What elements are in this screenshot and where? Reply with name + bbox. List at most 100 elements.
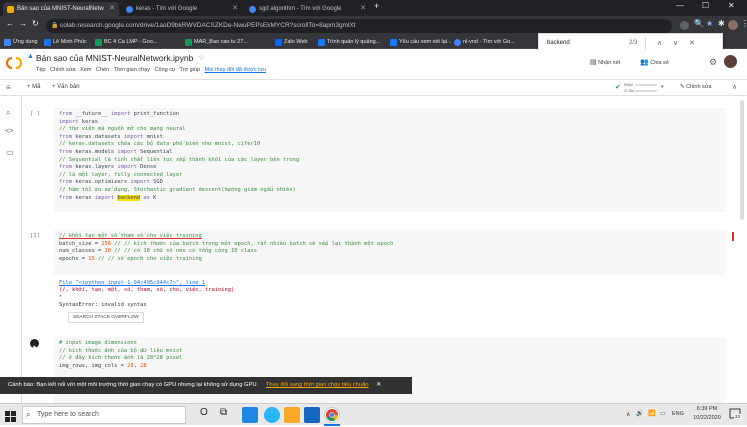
notification-count-badge: 23 (734, 414, 742, 419)
clock-date[interactable]: 10/22/2020 (690, 415, 724, 421)
menu-runtime[interactable]: Thời gian chạy (114, 67, 150, 73)
close-tab-icon[interactable]: ✕ (232, 2, 238, 16)
url-text: colab.research.google.com/drive/1aoD9bkR… (60, 22, 356, 29)
tab-keras[interactable]: keras - Tìm với Google ✕ (122, 2, 242, 16)
share-people-icon: 👥 (640, 59, 649, 66)
browser-tab-strip: Bản sao của MNIST-NeuralNetw ✕ keras - T… (0, 0, 747, 16)
settings-gear-icon[interactable]: ⚙ (709, 57, 717, 68)
tab-sgd[interactable]: sgd algorithm - Tìm với Google ✕ (245, 2, 370, 16)
change-runtime-link[interactable]: Thay đổi sang thời gian chạy tiêu chuẩn (266, 382, 369, 388)
traceback-file-link[interactable]: File "<ipython-input-1-94c495c944c7>", l… (59, 280, 205, 286)
ram-bar (635, 84, 657, 86)
menu-tools[interactable]: Công cụ (155, 67, 176, 73)
bookmark-item[interactable]: Lê Minh Phúc (44, 37, 87, 47)
close-window-icon[interactable]: ✕ (728, 1, 735, 10)
code-editor[interactable]: // khởi tạo một số tham số cho việc trai… (54, 230, 726, 275)
close-tab-icon[interactable]: ✕ (109, 2, 115, 16)
tab-colab[interactable]: Bản sao của MNIST-NeuralNetw ✕ (3, 2, 119, 16)
new-tab-button[interactable]: + (374, 1, 379, 11)
bookmark-apps[interactable]: Ứng dụng (4, 37, 38, 47)
find-input[interactable]: backend (547, 40, 570, 46)
menu-file[interactable]: Tệp (36, 67, 45, 73)
forward-arrow-icon[interactable]: → (19, 19, 27, 28)
menu-view[interactable]: Xem (80, 67, 91, 73)
zoom-icon[interactable]: 🔍 (694, 19, 704, 28)
menu-help[interactable]: Trợ giúp (180, 67, 201, 73)
input-language[interactable]: ENG (672, 411, 684, 417)
resources-indicator[interactable]: ✔ RAM Ổ đĩa ▾ (615, 82, 670, 94)
collapse-chevron-icon[interactable]: ∧ (732, 83, 737, 91)
windows-start-icon[interactable] (5, 409, 16, 422)
close-tab-icon[interactable]: ✕ (360, 2, 366, 16)
run-cell-play-icon[interactable] (30, 339, 39, 350)
colab-logo-icon[interactable] (5, 56, 23, 70)
star-icon[interactable]: ☆ (198, 53, 205, 62)
taskbar-mail-icon[interactable] (242, 407, 258, 423)
bookmark-star-icon[interactable]: ★ (706, 19, 713, 28)
bookmark-item[interactable]: BC 4 Ca LMP - Goo... (95, 37, 157, 47)
edit-mode-button[interactable]: ✎ Chỉnh sửa (680, 84, 712, 90)
active-app-indicator (324, 424, 340, 426)
extensions-puzzle-icon[interactable]: ✱ (718, 19, 725, 28)
drive-icon: ▲ (27, 53, 34, 60)
close-snackbar-icon[interactable]: ✕ (376, 382, 381, 388)
error-marker (732, 232, 734, 241)
find-next-icon[interactable]: ∨ (673, 39, 678, 47)
minimize-window-icon[interactable]: — (676, 1, 684, 10)
extension-icon[interactable] (680, 21, 689, 30)
address-bar[interactable]: 🔒 colab.research.google.com/drive/1aoD9b… (46, 19, 672, 33)
add-code-button[interactable]: + Mã (27, 84, 41, 90)
taskbar-explorer-icon[interactable] (284, 407, 300, 423)
divider (645, 37, 646, 50)
network-icon[interactable]: 📶 (648, 410, 655, 417)
battery-icon[interactable]: ▭ (660, 410, 666, 417)
menu-edit[interactable]: Chỉnh sửa (50, 67, 75, 73)
cortana-circle-icon[interactable]: O (200, 407, 208, 418)
tray-chevron-icon[interactable]: ∧ (626, 411, 630, 418)
find-close-icon[interactable]: ✕ (689, 39, 695, 47)
bookmark-item[interactable]: MAR_Bao cao tu 27... (185, 37, 248, 47)
menu-insert[interactable]: Chèn (96, 67, 109, 73)
folder-icon[interactable]: ▭ (6, 148, 14, 157)
taskbar-store-icon[interactable] (304, 407, 320, 423)
notebook-title[interactable]: Bản sao của MNIST-NeuralNetwork.ipynb (36, 53, 193, 63)
search-icon[interactable]: ⌕ (6, 108, 10, 118)
bookmark-item[interactable]: nl-vnd - Tìm với Go... (454, 37, 515, 47)
find-match-count: 2/3 (629, 40, 638, 46)
search-stack-overflow-button[interactable]: SEARCH STACK OVERFLOW (68, 312, 144, 323)
ram-label: RAM (624, 82, 633, 87)
colab-header: ▲ Bản sao của MNIST-NeuralNetwork.ipynb … (0, 50, 747, 80)
taskbar-edge-icon[interactable] (264, 407, 280, 423)
maximize-window-icon[interactable]: ☐ (702, 1, 709, 10)
reload-icon[interactable]: ↻ (32, 19, 39, 28)
find-previous-icon[interactable]: ∧ (657, 39, 662, 47)
save-status-link[interactable]: Mọi thay đổi đã được lưu (205, 67, 266, 73)
lock-icon: 🔒 (51, 23, 59, 29)
notification-center-icon[interactable]: 23 (729, 408, 742, 421)
share-button[interactable]: 👥 Chia sẻ (640, 58, 669, 66)
profile-avatar[interactable] (728, 20, 738, 30)
add-text-button[interactable]: + Văn bản (52, 84, 80, 90)
user-avatar[interactable] (724, 55, 737, 68)
code-editor[interactable]: from __future__ import print_function im… (54, 108, 726, 212)
notebook-scrollbar[interactable] (740, 100, 744, 220)
notebook-area: [ ] from __future__ import print_functio… (22, 96, 747, 403)
disk-label: Ổ đĩa (624, 88, 634, 93)
task-view-icon[interactable]: ⧉ (220, 407, 227, 418)
more-menu-icon[interactable]: ⋮ (741, 19, 747, 28)
toc-menu-icon[interactable]: ≡ (6, 83, 11, 92)
code-cell-params[interactable]: [1] // khởi tạo một số tham số cho việc … (28, 230, 736, 275)
bookmark-item[interactable]: Yêu cầu xem xét lại... (390, 37, 452, 47)
taskbar-search-input[interactable]: ⌕ Type here to search (22, 406, 186, 424)
code-icon[interactable]: <> (5, 128, 13, 135)
code-cell-imports[interactable]: [ ] from __future__ import print_functio… (28, 108, 736, 212)
taskbar-chrome-icon[interactable] (324, 407, 340, 423)
back-arrow-icon[interactable]: ← (6, 19, 14, 28)
bookmark-item[interactable]: Zalo Web (275, 37, 307, 47)
run-cell-button[interactable]: [ ] (30, 111, 40, 117)
comment-button[interactable]: ▤ Nhận xét (590, 58, 620, 66)
bookmark-item[interactable]: Trình quản lý quảng... (318, 37, 380, 47)
volume-icon[interactable]: 🔊 (636, 410, 643, 417)
left-sidebar: ⌕ <> ▭ (0, 96, 22, 403)
clock-time[interactable]: 6:39 PM (693, 406, 721, 412)
